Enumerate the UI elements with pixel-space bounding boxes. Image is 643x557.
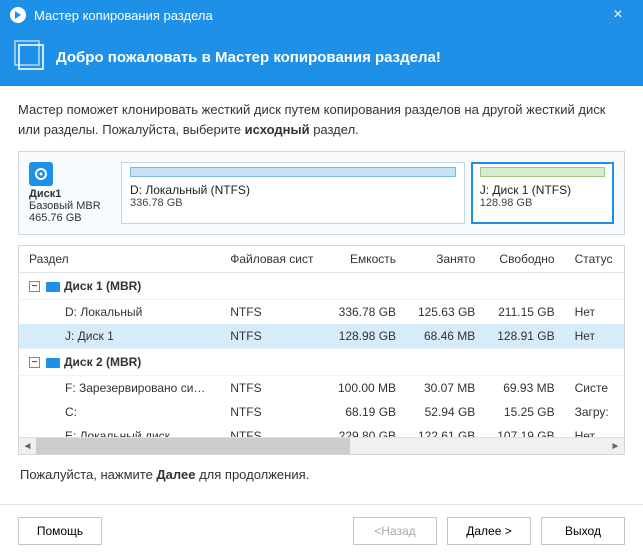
column-header[interactable]: Занято (406, 246, 485, 273)
partition-label: D: Локальный (NTFS) (130, 183, 456, 197)
collapse-icon[interactable]: − (29, 357, 40, 368)
disk-type: Базовый MBR (29, 200, 113, 212)
partition-map: D: Локальный (NTFS)336.78 GBJ: Диск 1 (N… (121, 162, 614, 224)
banner: Добро пожаловать в Мастер копирования ра… (0, 30, 643, 86)
column-header[interactable]: Емкость (326, 246, 406, 273)
disk-group-row[interactable]: −Диск 2 (MBR) (19, 349, 624, 376)
scroll-right-icon[interactable]: ► (607, 438, 624, 455)
disk-icon (29, 162, 53, 186)
column-header[interactable]: Файловая сист (220, 246, 326, 273)
usage-bar (130, 167, 456, 177)
disk-icon (46, 282, 60, 292)
partition-label: J: Диск 1 (NTFS) (480, 183, 605, 197)
disk-icon (46, 358, 60, 368)
window-title: Мастер копирования раздела (34, 8, 603, 23)
table-row[interactable]: D: ЛокальныйNTFS336.78 GB125.63 GB211.15… (19, 300, 624, 325)
partition-box[interactable]: J: Диск 1 (NTFS)128.98 GB (471, 162, 614, 224)
disk-size: 465.76 GB (29, 212, 113, 224)
table-row[interactable]: C:NTFS68.19 GB52.94 GB15.25 GBЗагру: (19, 400, 624, 424)
partition-size: 336.78 GB (130, 197, 456, 209)
titlebar: Мастер копирования раздела × (0, 0, 643, 30)
column-header[interactable]: Свободно (485, 246, 564, 273)
scrollbar-thumb[interactable] (36, 438, 350, 454)
partition-box[interactable]: D: Локальный (NTFS)336.78 GB (121, 162, 465, 224)
horizontal-scrollbar[interactable]: ◄ ► (19, 437, 624, 454)
usage-bar (480, 167, 605, 177)
column-header[interactable]: Статус (565, 246, 624, 273)
collapse-icon[interactable]: − (29, 281, 40, 292)
banner-text: Добро пожаловать в Мастер копирования ра… (56, 49, 441, 66)
close-icon[interactable]: × (603, 6, 633, 24)
partition-size: 128.98 GB (480, 197, 605, 209)
partition-table: РазделФайловая систЕмкостьЗанятоСвободно… (18, 245, 625, 455)
disk-name: Диск1 (29, 188, 113, 200)
disk-group-row[interactable]: −Диск 1 (MBR) (19, 273, 624, 300)
app-icon (10, 7, 26, 23)
button-bar: Помощь <Назад Далее > Выход (0, 504, 643, 557)
copy-icon (18, 44, 44, 70)
table-row[interactable]: F: Зарезервировано си…NTFS100.00 MB30.07… (19, 376, 624, 401)
column-header[interactable]: Раздел (19, 246, 220, 273)
disk-info: Диск1 Базовый MBR 465.76 GB (29, 162, 113, 224)
footer-hint: Пожалуйста, нажмите Далее для продолжени… (18, 455, 625, 494)
table-row[interactable]: J: Диск 1NTFS128.98 GB68.46 MB128.91 GBН… (19, 324, 624, 349)
scroll-left-icon[interactable]: ◄ (19, 438, 36, 455)
disk-panel: Диск1 Базовый MBR 465.76 GB D: Локальный… (18, 151, 625, 235)
intro-text: Мастер поможет клонировать жесткий диск … (18, 100, 625, 139)
